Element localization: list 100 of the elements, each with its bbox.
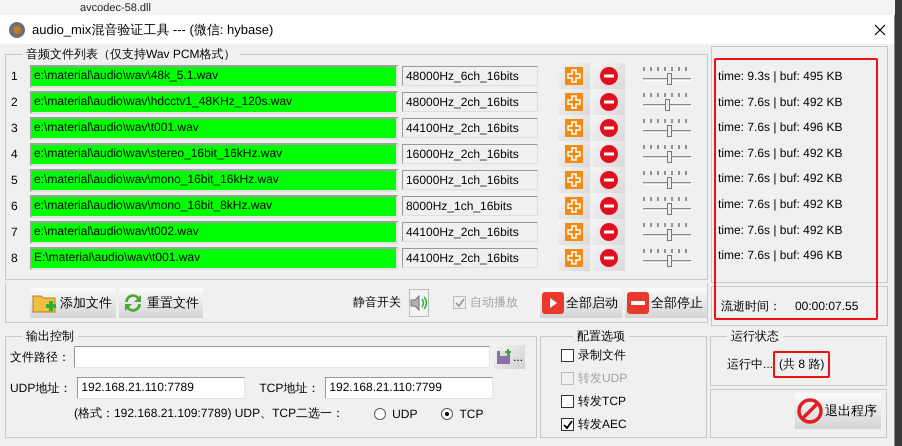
close-icon[interactable] xyxy=(874,24,886,36)
slider-thumb[interactable] xyxy=(667,229,672,241)
field-label: UDP地址： xyxy=(10,380,72,396)
remove-button[interactable] xyxy=(593,89,625,115)
minus-icon xyxy=(600,171,618,189)
volume-slider[interactable] xyxy=(643,65,691,87)
row-number: 2 xyxy=(10,95,19,109)
protocol-radio[interactable]: UDP xyxy=(374,406,418,420)
remove-button[interactable] xyxy=(593,245,625,271)
remove-button[interactable] xyxy=(593,141,625,167)
slider-thumb[interactable] xyxy=(667,255,672,267)
file-path-field: e:\material\audio\wav\t001.wav xyxy=(30,116,398,140)
minus-icon xyxy=(600,197,618,215)
minus-icon xyxy=(600,67,618,85)
plus-icon xyxy=(565,119,583,137)
format-field: 48000Hz_6ch_16bits xyxy=(402,66,538,86)
minus-icon xyxy=(600,145,618,163)
checkbox: 转发UDP xyxy=(561,370,696,387)
mute-label: 静音开关 xyxy=(353,294,401,311)
volume-slider[interactable] xyxy=(643,195,691,217)
row-number: 3 xyxy=(10,121,19,135)
reset-file-button[interactable]: 重置文件 xyxy=(119,288,203,318)
file-path-field: E:\material\audio\wav\t001.wav xyxy=(30,246,398,270)
volume-slider[interactable] xyxy=(643,143,691,165)
file-path-input[interactable] xyxy=(74,346,490,368)
format-hint: (格式：192.168.21.109:7789) UDP、TCP二选一： xyxy=(74,405,344,422)
row-number: 8 xyxy=(10,251,19,265)
slider-thumb[interactable] xyxy=(667,177,672,189)
checkbox[interactable]: 转发TCP xyxy=(561,393,696,410)
group-title: 配置选项 xyxy=(576,328,626,345)
stop-icon xyxy=(627,292,649,314)
add-button[interactable] xyxy=(558,245,590,271)
stop-all-button[interactable]: 全部停止 xyxy=(625,288,707,318)
remove-button[interactable] xyxy=(593,193,625,219)
file-path-field: e:\material\audio\wav\48k_5.1.wav xyxy=(30,64,398,88)
file-path-field: e:\material\audio\wav\t002.wav xyxy=(30,220,398,244)
file-path-field: e:\material\audio\wav\mono_16bit_8kHz.wav xyxy=(30,194,398,218)
buffer-stat: time: 7.6s | buf: 492 KB xyxy=(718,146,844,162)
format-field: 8000Hz_1ch_16bits xyxy=(402,196,538,216)
remove-button[interactable] xyxy=(593,63,625,89)
add-button[interactable] xyxy=(558,115,590,141)
slider-thumb[interactable] xyxy=(667,125,672,137)
start-all-button[interactable]: 全部启动 xyxy=(540,288,622,318)
minus-icon xyxy=(600,223,618,241)
buffer-stat: time: 7.6s | buf: 492 KB xyxy=(718,171,844,188)
row-number: 5 xyxy=(10,173,19,187)
add-button[interactable] xyxy=(558,219,590,245)
add-button[interactable] xyxy=(558,193,590,219)
checkbox[interactable]: 录制文件 xyxy=(561,347,696,364)
slider-thumb[interactable] xyxy=(665,99,670,111)
exit-button[interactable]: 退出程序 xyxy=(795,393,881,429)
format-field: 44100Hz_2ch_16bits xyxy=(402,222,538,242)
tcp-address-input[interactable]: 192.168.21.110:7799 xyxy=(325,377,494,399)
remove-button[interactable] xyxy=(593,167,625,193)
file-path-field: e:\material\audio\wav\hdcctv1_48KHz_120s.wav xyxy=(30,90,398,114)
plus-icon xyxy=(565,145,583,163)
channel-count: (共 8 路) xyxy=(773,351,830,378)
buffer-stat: time: 7.6s | buf: 492 KB xyxy=(718,222,844,239)
slider-thumb[interactable] xyxy=(667,203,672,215)
udp-address-input[interactable]: 192.168.21.110:7789 xyxy=(77,377,246,399)
remove-button[interactable] xyxy=(593,115,625,141)
add-button[interactable] xyxy=(558,89,590,115)
auto-play-checkbox: 自动播放 xyxy=(453,294,518,311)
add-button[interactable] xyxy=(558,141,590,167)
background-file-name: avcodec-58.dll xyxy=(80,2,151,15)
minus-icon xyxy=(600,93,618,111)
window-title: audio_mix混音验证工具 --- (微信: hybase) xyxy=(32,20,274,38)
group-title: 运行状态 xyxy=(730,328,780,345)
plus-icon xyxy=(565,67,583,85)
status-text: 运行中... xyxy=(727,356,774,373)
browse-button[interactable]: ... xyxy=(494,345,526,369)
format-field: 16000Hz_1ch_16bits xyxy=(402,170,538,190)
app-icon xyxy=(8,20,26,38)
checkbox[interactable]: 转发AEC xyxy=(561,416,696,433)
row-number: 4 xyxy=(10,147,19,161)
slider-thumb[interactable] xyxy=(667,73,672,85)
add-file-button[interactable]: 添加文件 xyxy=(30,288,116,318)
plus-icon xyxy=(565,171,583,189)
volume-slider[interactable] xyxy=(643,91,691,113)
protocol-radio[interactable]: TCP xyxy=(441,406,484,420)
add-button[interactable] xyxy=(558,63,590,89)
no-entry-icon xyxy=(797,398,823,424)
buffer-stat: time: 7.6s | buf: 492 KB xyxy=(718,94,844,111)
volume-slider[interactable] xyxy=(643,169,691,191)
volume-slider[interactable] xyxy=(643,247,691,269)
buffer-stat: time: 9.3s | buf: 495 KB xyxy=(718,69,844,85)
format-field: 48000Hz_2ch_16bits xyxy=(402,92,538,112)
buffer-stat: time: 7.6s | buf: 496 KB xyxy=(718,248,844,264)
volume-slider[interactable] xyxy=(643,117,691,139)
volume-slider[interactable] xyxy=(643,221,691,243)
slider-thumb[interactable] xyxy=(667,151,672,163)
mute-button[interactable] xyxy=(409,288,429,316)
buffer-stat: time: 7.6s | buf: 492 KB xyxy=(718,196,844,213)
field-label: 文件路径： xyxy=(10,348,70,366)
row-number: 7 xyxy=(10,225,19,239)
format-field: 16000Hz_2ch_16bits xyxy=(402,144,538,164)
check-icon xyxy=(562,420,572,430)
add-button[interactable] xyxy=(558,167,590,193)
remove-button[interactable] xyxy=(593,219,625,245)
minus-icon xyxy=(600,119,618,137)
